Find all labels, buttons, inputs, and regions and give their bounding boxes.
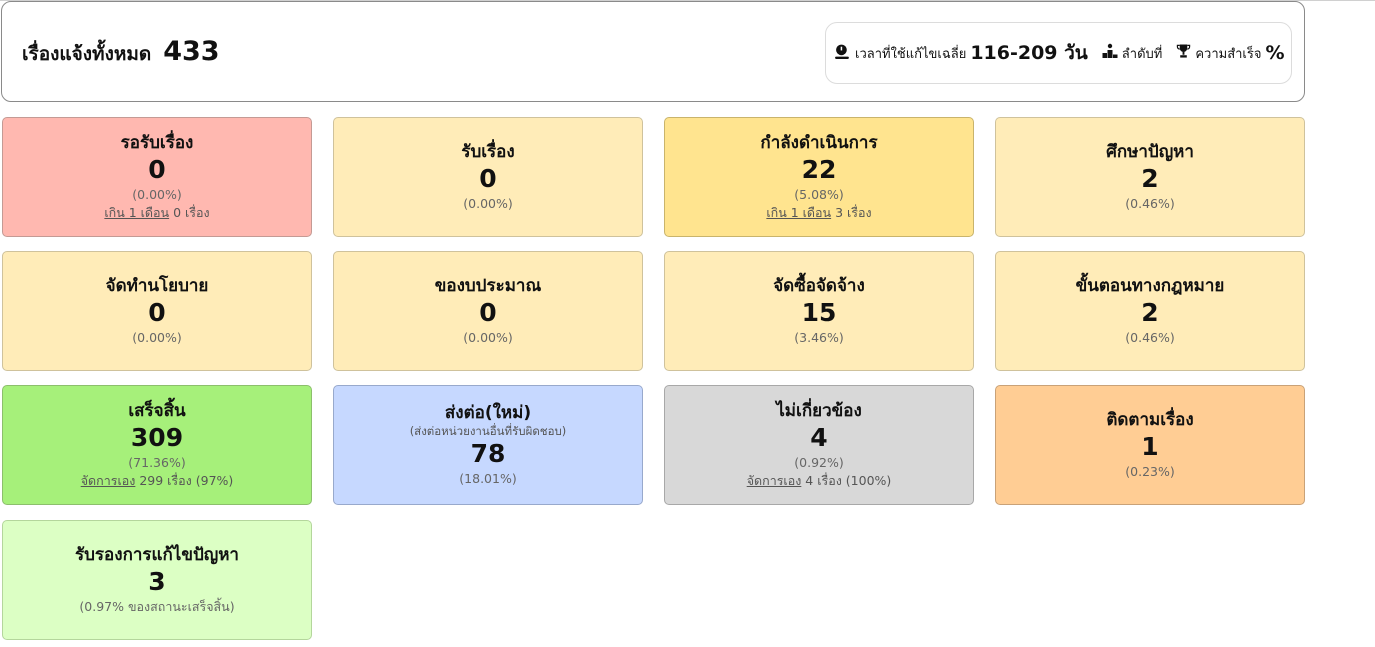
card-count: 3 bbox=[148, 567, 166, 596]
status-card-pending[interactable]: รอรับเรื่อง 0 (0.00%) เกิน 1 เดือน 0 เรื… bbox=[2, 117, 312, 237]
status-card-completed[interactable]: เสร็จสิ้น 309 (71.36%) จัดการเอง 299 เรื… bbox=[2, 385, 312, 505]
success-stat: ความสำเร็จ % bbox=[1176, 42, 1285, 64]
self-handled-link[interactable]: จัดการเอง bbox=[747, 473, 802, 488]
card-subtitle: (ส่งต่อหน่วยงานอื่นที่รับผิดชอบ) bbox=[409, 424, 567, 438]
status-card-legal[interactable]: ขั้นตอนทางกฎหมาย 2 (0.46%) bbox=[995, 251, 1305, 371]
card-percent: (5.08%) bbox=[794, 187, 844, 202]
card-title: รอรับเรื่อง bbox=[120, 133, 194, 153]
card-percent: (0.00%) bbox=[132, 330, 182, 345]
card-percent: (0.00%) bbox=[132, 187, 182, 202]
status-card-study[interactable]: ศึกษาปัญหา 2 (0.46%) bbox=[995, 117, 1305, 237]
card-self-handled: จัดการเอง 299 เรื่อง (97%) bbox=[81, 472, 234, 490]
status-card-budget[interactable]: ของบประมาณ 0 (0.00%) bbox=[333, 251, 643, 371]
card-count: 2 bbox=[1141, 164, 1159, 193]
card-title: กำลังดำเนินการ bbox=[760, 133, 878, 153]
status-card-received[interactable]: รับเรื่อง 0 (0.00%) bbox=[333, 117, 643, 237]
avg-time-stat: เวลาที่ใช้แก้ไขเฉลี่ย 116-209 วัน bbox=[834, 38, 1088, 68]
card-title: ของบประมาณ bbox=[434, 276, 542, 296]
card-title: รับรองการแก้ไขปัญหา bbox=[75, 545, 239, 565]
card-percent: (3.46%) bbox=[794, 330, 844, 345]
summary-header: เรื่องแจ้งทั้งหมด 433 เวลาที่ใช้แก้ไขเฉล… bbox=[1, 1, 1305, 102]
success-value: % bbox=[1265, 42, 1285, 64]
status-card-forwarded[interactable]: ส่งต่อ(ใหม่) (ส่งต่อหน่วยงานอื่นที่รับผิ… bbox=[333, 385, 643, 505]
trophy-icon bbox=[1176, 43, 1191, 63]
status-card-irrelevant[interactable]: ไม่เกี่ยวข้อง 4 (0.92%) จัดการเอง 4 เรื่… bbox=[664, 385, 974, 505]
status-card-follow-up[interactable]: ติดตามเรื่อง 1 (0.23%) bbox=[995, 385, 1305, 505]
card-count: 0 bbox=[148, 298, 166, 327]
card-count: 2 bbox=[1141, 298, 1159, 327]
overdue-count: 3 เรื่อง bbox=[831, 205, 872, 220]
rank-stat: ลำดับที่ bbox=[1102, 43, 1163, 64]
stopwatch-icon bbox=[834, 43, 851, 64]
avg-time-label: เวลาที่ใช้แก้ไขเฉลี่ย bbox=[855, 46, 967, 62]
card-title: ไม่เกี่ยวข้อง bbox=[776, 401, 862, 421]
total-reports-label: เรื่องแจ้งทั้งหมด bbox=[22, 43, 152, 65]
card-title: ขั้นตอนทางกฎหมาย bbox=[1075, 276, 1225, 296]
card-count: 22 bbox=[801, 155, 837, 184]
card-percent: (71.36%) bbox=[128, 455, 186, 470]
card-percent: (18.01%) bbox=[459, 471, 517, 486]
podium-icon bbox=[1102, 43, 1118, 63]
card-count: 0 bbox=[479, 164, 497, 193]
card-percent: (0.46%) bbox=[1125, 196, 1175, 211]
card-title: ส่งต่อ(ใหม่) bbox=[444, 403, 532, 423]
status-card-certified[interactable]: รับรองการแก้ไขปัญหา 3 (0.97% ของสถานะเสร… bbox=[2, 520, 312, 640]
card-title: จัดทำนโยบาย bbox=[105, 276, 209, 296]
card-percent: (0.92%) bbox=[794, 455, 844, 470]
self-handled-link[interactable]: จัดการเอง bbox=[81, 473, 136, 488]
overdue-link[interactable]: เกิน 1 เดือน bbox=[104, 205, 169, 220]
card-percent: (0.00%) bbox=[463, 196, 513, 211]
rank-label: ลำดับที่ bbox=[1121, 46, 1163, 62]
card-percent: (0.46%) bbox=[1125, 330, 1175, 345]
card-title: เสร็จสิ้น bbox=[128, 401, 186, 421]
card-count: 4 bbox=[810, 423, 828, 452]
card-overdue: เกิน 1 เดือน 0 เรื่อง bbox=[104, 204, 209, 222]
status-card-procurement[interactable]: จัดซื้อจัดจ้าง 15 (3.46%) bbox=[664, 251, 974, 371]
card-title: จัดซื้อจัดจ้าง bbox=[773, 276, 865, 296]
card-percent: (0.23%) bbox=[1125, 464, 1175, 479]
card-count: 0 bbox=[148, 155, 166, 184]
card-count: 15 bbox=[801, 298, 837, 327]
card-self-handled: จัดการเอง 4 เรื่อง (100%) bbox=[747, 472, 892, 490]
card-title: รับเรื่อง bbox=[461, 142, 515, 162]
stats-panel: เวลาที่ใช้แก้ไขเฉลี่ย 116-209 วัน ลำดับท… bbox=[825, 22, 1292, 84]
total-reports: เรื่องแจ้งทั้งหมด 433 bbox=[22, 36, 220, 69]
card-count: 0 bbox=[479, 298, 497, 327]
success-label: ความสำเร็จ bbox=[1195, 46, 1262, 62]
card-title: ศึกษาปัญหา bbox=[1106, 142, 1194, 162]
avg-time-value: 116-209 วัน bbox=[970, 42, 1088, 64]
total-reports-count: 433 bbox=[163, 36, 220, 67]
card-count: 78 bbox=[470, 439, 506, 468]
self-handled-count: 4 เรื่อง (100%) bbox=[801, 473, 892, 488]
card-count: 309 bbox=[130, 423, 184, 452]
overdue-count: 0 เรื่อง bbox=[169, 205, 210, 220]
self-handled-count: 299 เรื่อง (97%) bbox=[135, 473, 234, 488]
overdue-link[interactable]: เกิน 1 เดือน bbox=[766, 205, 831, 220]
card-count: 1 bbox=[1141, 432, 1159, 461]
card-overdue: เกิน 1 เดือน 3 เรื่อง bbox=[766, 204, 871, 222]
status-card-policy[interactable]: จัดทำนโยบาย 0 (0.00%) bbox=[2, 251, 312, 371]
status-card-in-progress[interactable]: กำลังดำเนินการ 22 (5.08%) เกิน 1 เดือน 3… bbox=[664, 117, 974, 237]
card-percent: (0.97% ของสถานะเสร็จสิ้น) bbox=[79, 599, 235, 614]
card-title: ติดตามเรื่อง bbox=[1106, 410, 1194, 430]
card-percent: (0.00%) bbox=[463, 330, 513, 345]
